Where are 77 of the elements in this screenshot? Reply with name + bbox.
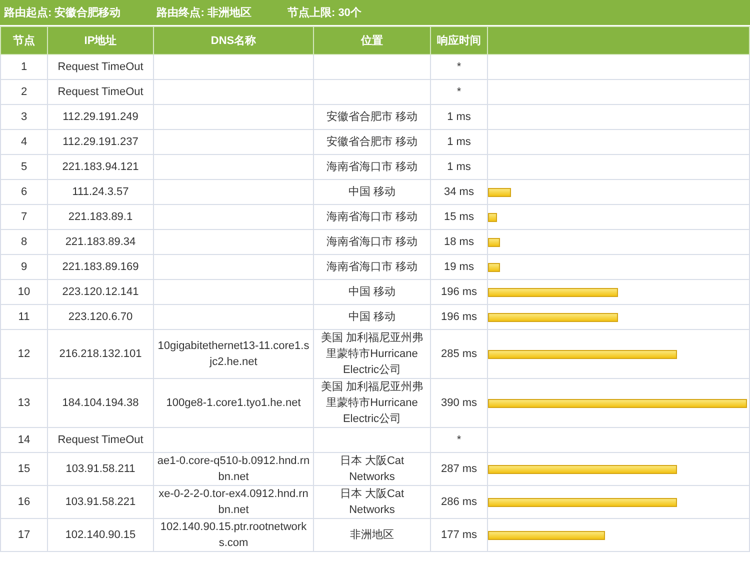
table-cell: 16 bbox=[0, 486, 48, 518]
table-cell: 112.29.191.237 bbox=[48, 130, 154, 154]
table-cell: * bbox=[430, 428, 488, 452]
column-header: 位置 bbox=[314, 26, 430, 54]
table-cell: 221.183.89.1 bbox=[48, 204, 154, 230]
table-cell: Request TimeOut bbox=[48, 80, 154, 104]
table-cell: 223.120.12.141 bbox=[48, 280, 154, 304]
table-cell: 287 ms bbox=[430, 452, 488, 486]
table-cell: 1 bbox=[0, 54, 48, 80]
table-cell: 111.24.3.57 bbox=[48, 180, 154, 204]
table-cell: 5 bbox=[0, 154, 48, 180]
table-cell: 177 ms bbox=[430, 518, 488, 552]
table-cell: 221.183.94.121 bbox=[48, 154, 154, 180]
column-header: 响应时间 bbox=[430, 26, 488, 54]
table-cell: 15 ms bbox=[430, 204, 488, 230]
table-cell: 103.91.58.211 bbox=[48, 452, 154, 486]
table-cell: 102.140.90.15.ptr.rootnetworks.com bbox=[154, 518, 314, 552]
table-cell: 18 ms bbox=[430, 230, 488, 254]
table-cell: 34 ms bbox=[430, 180, 488, 204]
table-cell: * bbox=[430, 80, 488, 104]
table-cell: 中国 移动 bbox=[314, 304, 430, 330]
table-cell: 103.91.58.221 bbox=[48, 486, 154, 518]
column-header: IP地址 bbox=[48, 26, 154, 54]
table-cell: 102.140.90.15 bbox=[48, 518, 154, 552]
table-cell: Request TimeOut bbox=[48, 428, 154, 452]
table-cell: 日本 大阪Cat Networks bbox=[314, 486, 430, 518]
table-cell: 216.218.132.101 bbox=[48, 330, 154, 378]
table-cell: 中国 移动 bbox=[314, 280, 430, 304]
table-cell: 海南省海口市 移动 bbox=[314, 154, 430, 180]
table-cell: 221.183.89.34 bbox=[48, 230, 154, 254]
table-cell: 1 ms bbox=[430, 130, 488, 154]
table-cell: 10 bbox=[0, 280, 48, 304]
table-cell: 9 bbox=[0, 254, 48, 280]
route-info-text: 节点上限: 30个 bbox=[287, 6, 362, 20]
table-cell: 中国 移动 bbox=[314, 180, 430, 204]
table-cell: 13 bbox=[0, 378, 48, 428]
table-cell: 2 bbox=[0, 80, 48, 104]
table-cell: 15 bbox=[0, 452, 48, 486]
table-cell: 3 bbox=[0, 104, 48, 130]
table-cell: 日本 大阪Cat Networks bbox=[314, 452, 430, 486]
table-cell: 1 ms bbox=[430, 154, 488, 180]
table-cell: 非洲地区 bbox=[314, 518, 430, 552]
table-cell: 285 ms bbox=[430, 330, 488, 378]
table-cell: 美国 加利福尼亚州弗里蒙特市Hurricane Electric公司 bbox=[314, 378, 430, 428]
table-cell: 8 bbox=[0, 230, 48, 254]
route-info-text: 路由起点: 安徽合肥移动 bbox=[4, 6, 121, 20]
table-cell: 11 bbox=[0, 304, 48, 330]
table-cell: 196 ms bbox=[430, 304, 488, 330]
column-header: 节点 bbox=[0, 26, 48, 54]
table-cell: 221.183.89.169 bbox=[48, 254, 154, 280]
table-cell: 12 bbox=[0, 330, 48, 378]
table-cell: 14 bbox=[0, 428, 48, 452]
table-cell: * bbox=[430, 54, 488, 80]
table-cell: 19 ms bbox=[430, 254, 488, 280]
table-cell: 1 ms bbox=[430, 104, 488, 130]
table-cell: 美国 加利福尼亚州弗里蒙特市Hurricane Electric公司 bbox=[314, 330, 430, 378]
table-cell: 286 ms bbox=[430, 486, 488, 518]
table-cell: 安徽省合肥市 移动 bbox=[314, 104, 430, 130]
table-cell: 10gigabitethernet13-11.core1.sjc2.he.net bbox=[154, 330, 314, 378]
table-cell: 100ge8-1.core1.tyo1.he.net bbox=[154, 378, 314, 428]
table-cell: 17 bbox=[0, 518, 48, 552]
table-cell: 海南省海口市 移动 bbox=[314, 254, 430, 280]
table-cell: 112.29.191.249 bbox=[48, 104, 154, 130]
table-cell: xe-0-2-2-0.tor-ex4.0912.hnd.rnbn.net bbox=[154, 486, 314, 518]
table-cell: 6 bbox=[0, 180, 48, 204]
table-cell: Request TimeOut bbox=[48, 54, 154, 80]
column-header: DNS名称 bbox=[154, 26, 314, 54]
table-cell: 7 bbox=[0, 204, 48, 230]
table-cell: 海南省海口市 移动 bbox=[314, 204, 430, 230]
table-cell: 安徽省合肥市 移动 bbox=[314, 130, 430, 154]
table-cell: 海南省海口市 移动 bbox=[314, 230, 430, 254]
table-cell: 390 ms bbox=[430, 378, 488, 428]
route-info-text: 路由终点: 非洲地区 bbox=[156, 6, 252, 20]
table-cell: 4 bbox=[0, 130, 48, 154]
table-cell: 184.104.194.38 bbox=[48, 378, 154, 428]
table-cell: 196 ms bbox=[430, 280, 488, 304]
table-cell: 223.120.6.70 bbox=[48, 304, 154, 330]
